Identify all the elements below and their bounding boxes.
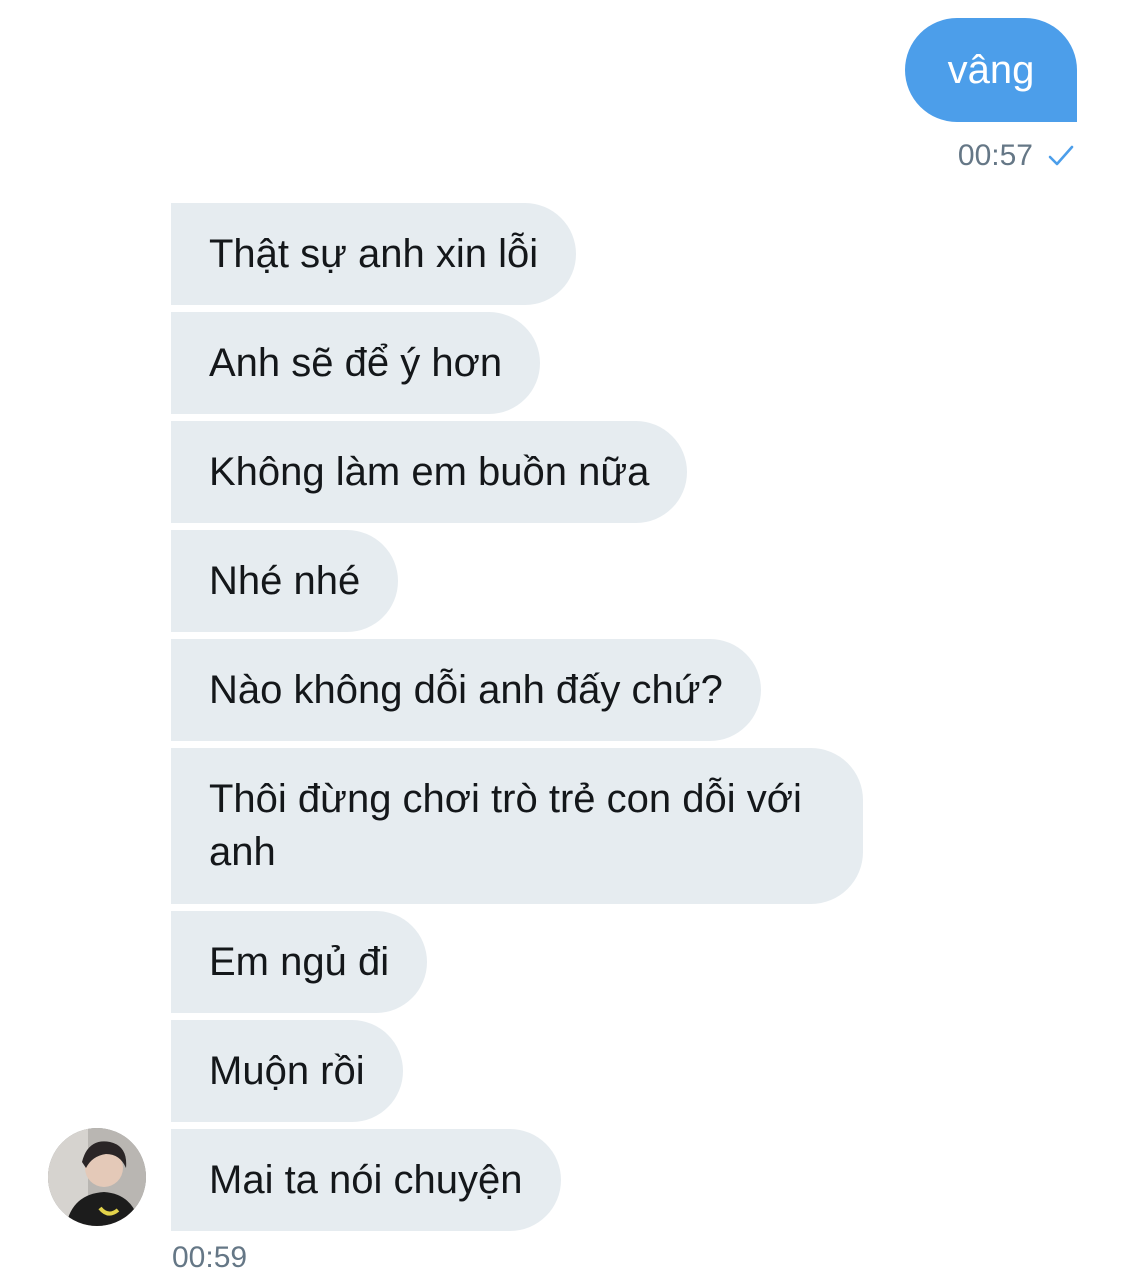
incoming-message-text: Em ngủ đi [209,940,390,984]
incoming-message-bubble[interactable]: Mai ta nói chuyện [171,1129,561,1231]
incoming-message-bubble[interactable]: Nhé nhé [171,530,399,632]
incoming-message-bubble[interactable]: Không làm em buồn nữa [171,421,688,523]
incoming-message-text: Mai ta nói chuyện [209,1158,523,1202]
incoming-message-bubble[interactable]: Muộn rồi [171,1020,403,1122]
outgoing-message-bubble[interactable]: vâng [905,18,1077,122]
incoming-message-group: Thật sự anh xin lỗi Anh sẽ để ý hơn Khôn… [171,203,891,1238]
sender-avatar[interactable] [48,1128,146,1226]
user-avatar-icon [48,1128,146,1226]
incoming-message-text: Muộn rồi [209,1049,365,1093]
check-icon [1048,145,1074,166]
conversation-view: vâng 00:57 Thật sự anh xin lỗi Anh sẽ để… [0,0,1125,1281]
outgoing-message-meta: 00:57 [958,136,1075,176]
incoming-message-bubble[interactable]: Thôi đừng chơi trò trẻ con dỗi với anh [171,748,863,904]
incoming-message-bubble[interactable]: Nào không dỗi anh đấy chứ? [171,639,761,741]
incoming-message-bubble[interactable]: Thật sự anh xin lỗi [171,203,577,305]
incoming-message-text: Thôi đừng chơi trò trẻ con dỗi với anh [209,777,802,874]
incoming-message-bubble[interactable]: Anh sẽ để ý hơn [171,312,541,414]
incoming-message-text: Thật sự anh xin lỗi [209,232,539,276]
incoming-message-bubble[interactable]: Em ngủ đi [171,911,428,1013]
outgoing-message-time: 00:57 [957,139,1033,172]
incoming-message-time: 00:59 [172,1241,248,1274]
outgoing-message-text: vâng [947,48,1035,92]
incoming-message-text: Anh sẽ để ý hơn [209,341,503,385]
incoming-message-text: Nào không dỗi anh đấy chứ? [209,668,723,712]
incoming-message-text: Nhé nhé [209,559,361,603]
incoming-message-text: Không làm em buồn nữa [209,450,650,494]
